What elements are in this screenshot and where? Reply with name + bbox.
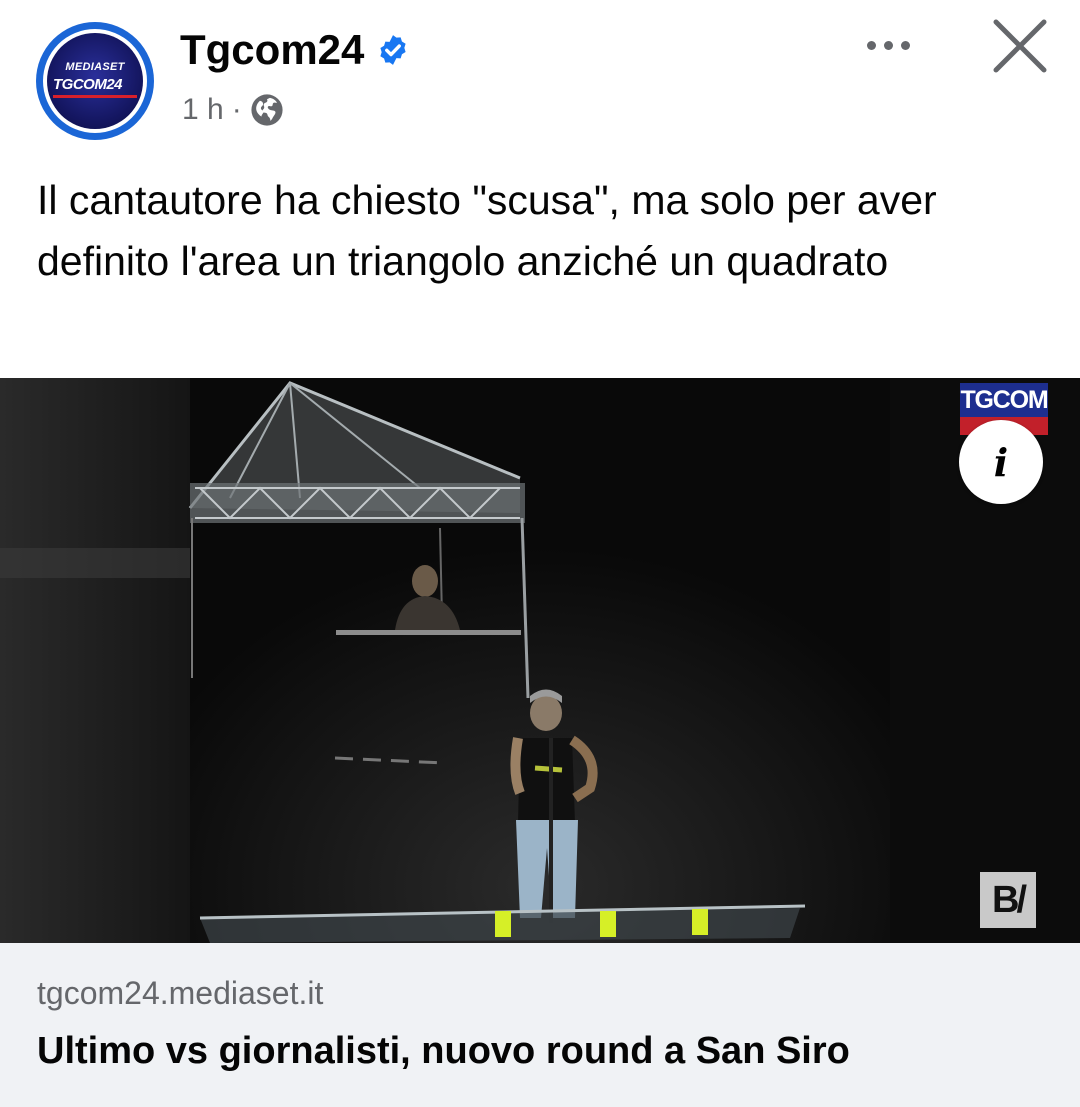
more-dot bbox=[866, 40, 876, 50]
post-video[interactable]: TGCOM i B/ bbox=[0, 378, 1080, 943]
post-header: MEDIASET TGCOM24 Tgcom24 1 h · bbox=[0, 0, 1080, 160]
globe-icon bbox=[251, 94, 283, 126]
post-timestamp[interactable]: 1 h bbox=[182, 93, 224, 127]
link-preview-card[interactable] bbox=[0, 943, 1080, 1107]
meta-separator: · bbox=[231, 93, 242, 126]
page-name[interactable]: Tgcom24 bbox=[180, 26, 364, 74]
more-dot bbox=[900, 40, 910, 50]
info-icon[interactable]: i bbox=[959, 420, 1043, 504]
broadcaster-watermark: B/ bbox=[980, 872, 1036, 928]
avatar-mediaset-text: MEDIASET bbox=[65, 61, 125, 73]
video-frame-image bbox=[0, 378, 1080, 943]
close-icon[interactable] bbox=[990, 16, 1050, 76]
post-caption: Il cantautore ha chiesto "scusa", ma sol… bbox=[37, 177, 937, 284]
avatar-red-bar bbox=[53, 95, 137, 98]
link-title[interactable]: Ultimo vs giornalisti, nuovo round a San… bbox=[37, 1030, 850, 1073]
page-avatar[interactable]: MEDIASET TGCOM24 bbox=[36, 22, 154, 140]
avatar-ring: MEDIASET TGCOM24 bbox=[43, 29, 147, 133]
page-name-row: Tgcom24 bbox=[180, 26, 410, 74]
avatar-tgcom-text: TGCOM24 bbox=[53, 76, 123, 93]
verified-badge-icon bbox=[380, 35, 406, 65]
more-options-button[interactable] bbox=[862, 30, 914, 60]
post-meta: 1 h · bbox=[182, 93, 284, 127]
link-domain[interactable]: tgcom24.mediaset.it bbox=[37, 975, 323, 1012]
tgcom24-logo: MEDIASET TGCOM24 bbox=[47, 33, 143, 129]
more-dot bbox=[883, 40, 893, 50]
tgcom-watermark: TGCOM bbox=[960, 383, 1049, 417]
